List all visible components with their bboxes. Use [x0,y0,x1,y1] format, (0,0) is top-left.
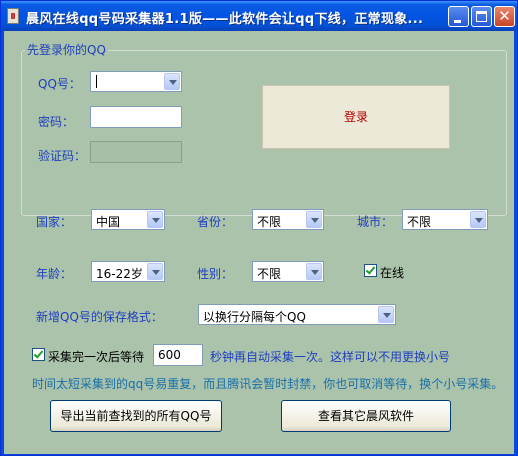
maximize-icon [476,11,487,22]
export-qq-button[interactable]: 导出当前查找到的所有QQ号 [50,400,222,432]
age-label: 年龄： [36,267,73,281]
app-window: 晨风在线qq号码采集器1.1版——此软件会让qq下线，正常现象... ✕ 先登录… [0,0,518,456]
password-label: 密码： [38,115,75,129]
wait-checkbox-label: 采集完一次后等待 [48,350,145,364]
chevron-down-icon[interactable] [147,211,163,228]
gender-select[interactable]: 不限 [252,261,324,282]
chevron-down-icon[interactable] [470,211,486,228]
save-format-value: 以换行分隔每个QQ [203,310,306,324]
online-checkbox[interactable] [364,264,377,277]
close-icon: ✕ [498,7,511,25]
window-title: 晨风在线qq号码采集器1.1版——此软件会让qq下线，正常现象... [26,12,424,27]
chevron-down-icon[interactable] [378,306,394,323]
wait-note-text: 时间太短采集到的qq号易重复，而且腾讯会暂时封禁，你也可取消等待，换个小号采集。 [32,377,504,391]
chevron-down-icon[interactable] [147,263,163,280]
qq-number-combobox[interactable] [90,71,182,92]
city-value: 不限 [407,215,432,229]
country-select[interactable]: 中国 [91,209,165,230]
save-format-select[interactable]: 以换行分隔每个QQ [198,304,396,325]
province-label: 省份： [197,215,234,229]
password-field[interactable] [90,106,182,128]
chevron-down-icon[interactable] [306,211,322,228]
login-group-title: 先登录你的QQ [25,41,108,58]
save-format-label: 新增QQ号的保存格式： [36,310,163,324]
province-select[interactable]: 不限 [252,209,324,230]
wait-suffix-text: 秒钟再自动采集一次。这样可以不用更换小号 [210,350,451,364]
text-caret [96,75,97,88]
age-select[interactable]: 16-22岁 [91,261,165,282]
app-icon[interactable] [7,8,19,24]
other-software-button[interactable]: 查看其它晨风软件 [281,400,451,432]
minimize-icon [454,20,461,23]
client-area: 先登录你的QQ QQ号： 密码： 验证码： 登录 国家： 中国 省份： 不限 城… [4,31,514,454]
country-label: 国家： [36,215,73,229]
title-bar[interactable]: 晨风在线qq号码采集器1.1版——此软件会让qq下线，正常现象... ✕ [1,1,517,31]
wait-seconds-input[interactable]: 600 [153,344,203,366]
captcha-field[interactable] [90,141,182,163]
chevron-down-icon[interactable] [306,263,322,280]
login-button[interactable]: 登录 [262,85,450,149]
qq-number-label: QQ号： [38,77,81,91]
city-select[interactable]: 不限 [402,209,488,230]
gender-label: 性别： [197,267,234,281]
city-label: 城市： [357,215,394,229]
chevron-down-icon[interactable] [164,73,180,90]
wait-checkbox[interactable] [32,348,45,361]
minimize-button[interactable] [448,6,469,27]
close-button[interactable]: ✕ [494,6,515,27]
captcha-label: 验证码： [38,149,87,163]
province-value: 不限 [257,215,282,229]
country-value: 中国 [96,215,121,229]
maximize-button[interactable] [471,6,492,27]
age-value: 16-22岁 [96,267,143,281]
gender-value: 不限 [257,267,282,281]
online-label: 在线 [380,266,405,280]
